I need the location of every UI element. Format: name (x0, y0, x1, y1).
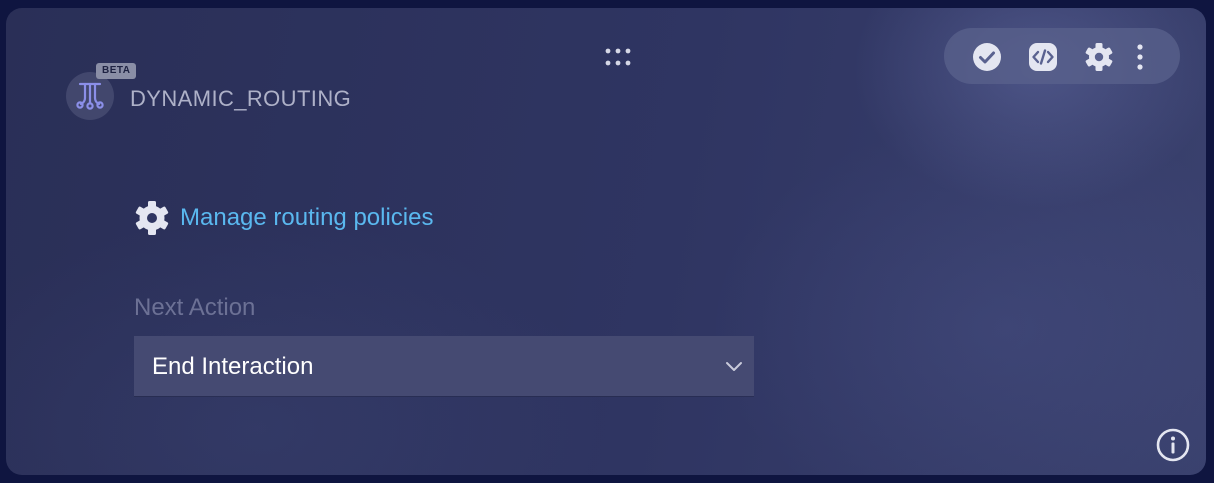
node-toolbar (944, 28, 1180, 84)
gear-icon[interactable] (1084, 42, 1114, 72)
beta-badge: BETA (96, 63, 137, 79)
next-action-select[interactable]: End Interaction (134, 336, 754, 396)
dynamic-routing-node-card: BETA DYNAMIC_ROUTING Manage routing poli… (6, 8, 1206, 475)
code-icon[interactable] (1028, 42, 1058, 72)
routing-node-icon (66, 72, 114, 120)
node-title: DYNAMIC_ROUTING (130, 86, 352, 111)
next-action-label: Next Action (134, 294, 256, 321)
manage-routing-policies-label[interactable]: Manage routing policies (180, 204, 434, 232)
check-circle-icon[interactable] (972, 42, 1002, 72)
gear-icon (135, 201, 169, 235)
chevron-down-icon (724, 356, 744, 381)
drag-handle-icon[interactable] (604, 46, 636, 70)
more-vertical-icon[interactable] (1128, 42, 1152, 72)
next-action-selected-value: End Interaction (152, 353, 314, 380)
manage-routing-policies-link[interactable]: Manage routing policies (134, 200, 434, 236)
info-icon[interactable] (1156, 428, 1190, 462)
